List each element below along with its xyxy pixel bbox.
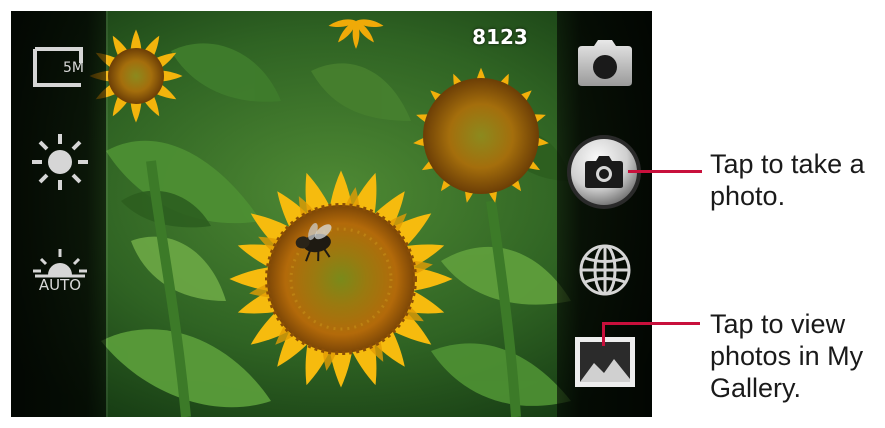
resolution-label: 5M bbox=[63, 60, 84, 76]
figure: 8123 5M AUTO Tap to take a photo. Tap to… bbox=[0, 0, 885, 428]
scene-mode-auto-icon: AUTO bbox=[29, 247, 91, 305]
brightness-button[interactable] bbox=[29, 133, 91, 195]
camera-mode-icon bbox=[576, 38, 634, 93]
gallery-callout-line2: photos in My bbox=[710, 341, 864, 371]
resolution-button[interactable]: 5M bbox=[29, 41, 91, 93]
camera-screen: 8123 5M AUTO bbox=[11, 11, 652, 417]
gallery-thumbnail-icon bbox=[572, 327, 638, 396]
gallery-callout-line1: Tap to view bbox=[710, 309, 846, 339]
brightness-icon bbox=[29, 131, 91, 198]
shutter-callout-line2: photo. bbox=[710, 181, 786, 211]
resolution-icon: 5M bbox=[29, 41, 91, 93]
globe-icon bbox=[576, 241, 634, 304]
shutter-callout-text: Tap to take a photo. bbox=[710, 148, 885, 212]
camera-mode-button[interactable] bbox=[574, 39, 636, 91]
gallery-thumbnail-button[interactable] bbox=[572, 329, 638, 393]
gallery-callout-line3: Gallery. bbox=[710, 373, 802, 403]
shutter-camera-icon bbox=[584, 155, 624, 189]
scene-mode-button[interactable]: AUTO bbox=[29, 247, 91, 305]
photo-counter: 8123 bbox=[472, 25, 528, 49]
scene-mode-label: AUTO bbox=[38, 276, 82, 294]
gallery-callout-line bbox=[602, 322, 700, 325]
left-bar-divider bbox=[106, 11, 108, 417]
shutter-callout-line1: Tap to take a bbox=[710, 149, 865, 179]
gallery-callout-text: Tap to view photos in My Gallery. bbox=[710, 308, 885, 404]
shutter-callout-line bbox=[628, 170, 702, 173]
globe-button[interactable] bbox=[574, 241, 636, 303]
gallery-callout-vline bbox=[602, 322, 605, 346]
